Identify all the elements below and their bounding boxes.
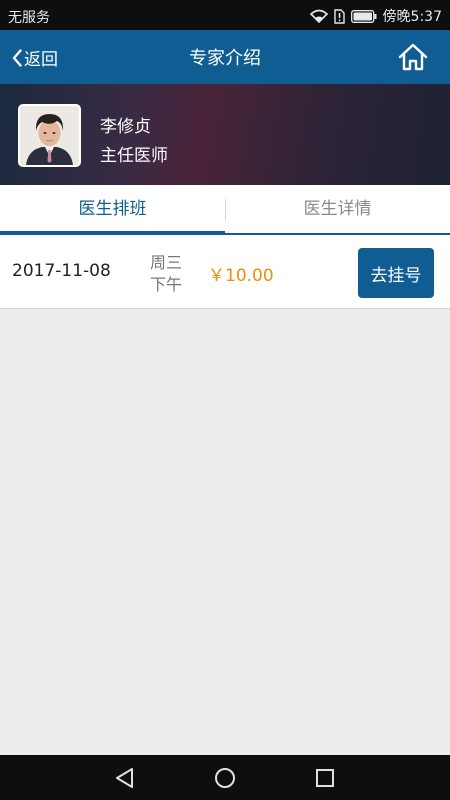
register-button[interactable]: 去挂号 <box>358 248 434 298</box>
schedule-period: 下午 <box>150 275 183 294</box>
schedule-weekday: 周三 <box>150 253 183 272</box>
battery-icon <box>350 9 377 23</box>
tab-bar: 医生排班 医生详情 <box>0 185 450 235</box>
schedule-row: 2017-11-08 周三 下午 ￥10.00 去挂号 <box>0 235 450 309</box>
navigation-bar: 返回 专家介绍 <box>0 30 450 84</box>
home-circle-icon[interactable] <box>213 766 237 790</box>
back-triangle-icon[interactable] <box>113 766 137 790</box>
system-navigation-bar <box>0 755 450 800</box>
home-button[interactable] <box>398 43 428 75</box>
clock: 傍晚5:37 <box>382 9 442 25</box>
tab-details[interactable]: 医生详情 <box>225 185 450 235</box>
tab-schedule[interactable]: 医生排班 <box>0 185 225 235</box>
home-icon <box>398 43 428 71</box>
status-bar: 无服务 傍晚5:37 <box>0 0 450 30</box>
status-icons: 傍晚5:37 <box>309 6 442 26</box>
schedule-price: ￥10.00 <box>208 266 274 286</box>
recents-square-icon[interactable] <box>313 766 337 790</box>
schedule-date: 2017-11-08 <box>12 261 111 281</box>
doctor-avatar <box>18 104 81 167</box>
page-title: 专家介绍 <box>189 48 261 69</box>
wifi-icon <box>309 9 328 23</box>
sim-alert-icon <box>333 8 345 24</box>
schedule-session: 周三 下午 <box>150 252 182 296</box>
doctor-title: 主任医师 <box>100 146 168 166</box>
carrier-label: 无服务 <box>8 10 50 26</box>
doctor-name: 李修贞 <box>100 117 151 137</box>
doctor-profile-banner: 李修贞 主任医师 <box>0 84 450 185</box>
doctor-photo <box>20 106 79 165</box>
